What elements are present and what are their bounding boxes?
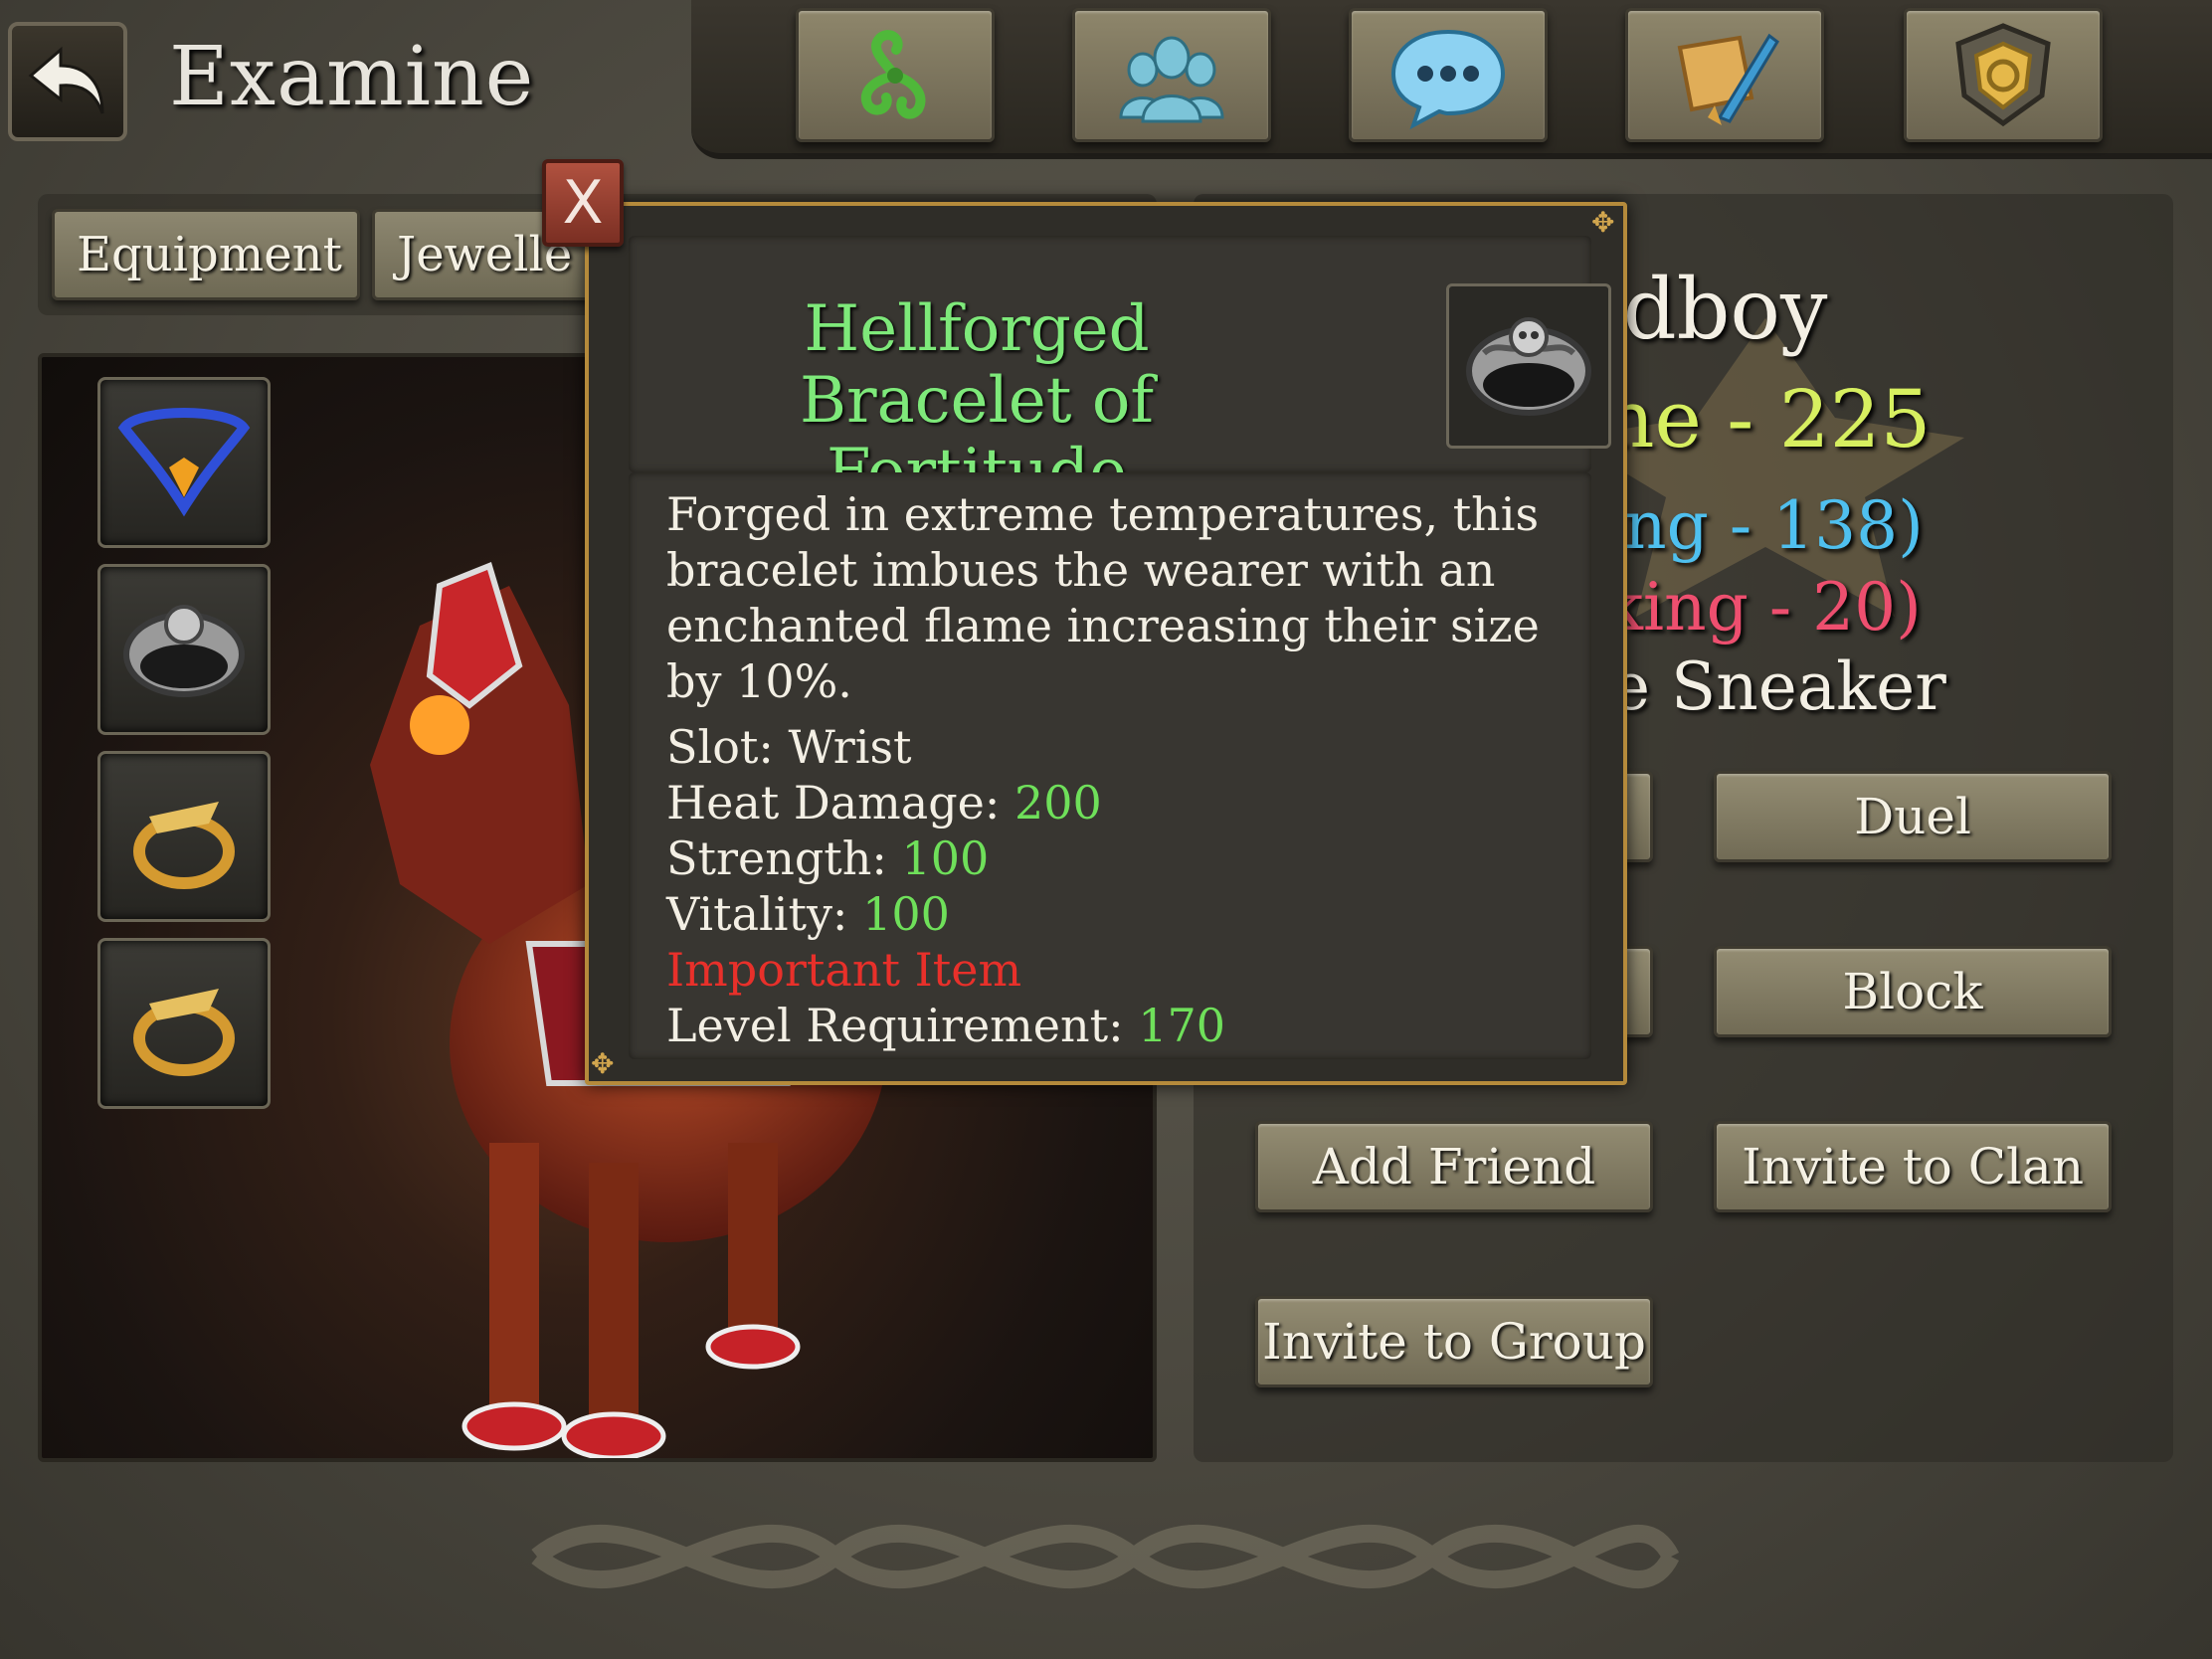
bracelet-icon xyxy=(1466,317,1591,416)
stat-vitality-label: Vitality: xyxy=(666,887,863,941)
stat-vitality: Vitality: 100 xyxy=(666,886,1591,942)
stat-level-requirement-label: Level Requirement: xyxy=(666,999,1139,1052)
stat-vitality-value: 100 xyxy=(862,887,950,941)
player-level: ne - 225 xyxy=(1603,373,1932,465)
invite-to-clan-button[interactable]: Invite to Clan xyxy=(1714,1121,2112,1212)
stat-heat-damage: Heat Damage: 200 xyxy=(666,775,1591,830)
friends-button[interactable] xyxy=(1072,8,1271,142)
item-tooltip: ✥ ✥ Hellforged Bracelet of Fortitude For… xyxy=(585,202,1627,1085)
block-button[interactable]: Block xyxy=(1714,946,2112,1037)
player-title: e Sneaker xyxy=(1611,648,1946,725)
stat-level-requirement-value: 170 xyxy=(1138,999,1226,1052)
ring-icon xyxy=(133,802,235,889)
quest-button[interactable] xyxy=(1625,8,1824,142)
chat-button[interactable] xyxy=(1349,8,1548,142)
ring-icon xyxy=(133,989,235,1076)
chat-icon xyxy=(1390,29,1506,130)
item-icon-frame xyxy=(1446,283,1611,449)
stat-strength: Strength: 100 xyxy=(666,830,1591,886)
clan-button[interactable] xyxy=(1904,8,2103,142)
player-skill-2: king - 20) xyxy=(1603,569,1922,645)
tooltip-body: Forged in extreme temperatures, this bra… xyxy=(629,472,1591,1059)
stat-level-requirement: Level Requirement: 170 xyxy=(666,998,1591,1053)
player-skill-1: ing - 138) xyxy=(1603,487,1924,564)
important-item-label: Important Item xyxy=(666,943,1022,997)
stat-heat-damage-label: Heat Damage: xyxy=(666,776,1015,830)
back-button[interactable] xyxy=(8,22,127,141)
back-arrow-icon xyxy=(28,46,104,114)
add-friend-button[interactable]: Add Friend xyxy=(1255,1121,1653,1212)
page-title: Examine xyxy=(169,30,535,124)
quest-scroll-icon xyxy=(1677,33,1779,125)
slot-ring-2[interactable] xyxy=(97,938,271,1109)
slot-ring-1[interactable] xyxy=(97,751,271,922)
triskelion-button[interactable] xyxy=(796,8,995,142)
stat-strength-label: Strength: xyxy=(666,831,902,885)
tab-equipment-label: Equipment xyxy=(77,227,342,282)
item-stats: Slot: Wrist Heat Damage: 200 Strength: 1… xyxy=(666,719,1591,1053)
player-name: ldboy xyxy=(1596,261,1828,358)
item-description: Forged in extreme temperatures, this bra… xyxy=(666,487,1540,708)
duel-button[interactable]: Duel xyxy=(1714,771,2112,862)
tab-equipment[interactable]: Equipment xyxy=(52,209,360,300)
triskelion-icon xyxy=(861,30,926,119)
slot-bracelet[interactable] xyxy=(97,564,271,735)
celtic-knot-ornament xyxy=(531,1525,1680,1588)
stat-slot: Slot: Wrist xyxy=(666,720,912,774)
tooltip-header: Hellforged Bracelet of Fortitude xyxy=(629,236,1611,508)
slot-necklace[interactable] xyxy=(97,377,271,548)
friends-icon xyxy=(1119,36,1224,123)
necklace-icon xyxy=(117,408,251,517)
stat-strength-value: 100 xyxy=(901,831,990,885)
stat-heat-damage-value: 200 xyxy=(1014,776,1102,830)
bracelet-icon xyxy=(123,605,245,697)
clan-shield-icon xyxy=(1955,23,2051,127)
corner-ornament-icon: ✥ xyxy=(1591,206,1615,239)
corner-ornament-icon: ✥ xyxy=(591,1047,615,1080)
invite-to-group-button[interactable]: Invite to Group xyxy=(1255,1296,1653,1387)
close-tooltip-button[interactable]: X xyxy=(542,159,624,247)
